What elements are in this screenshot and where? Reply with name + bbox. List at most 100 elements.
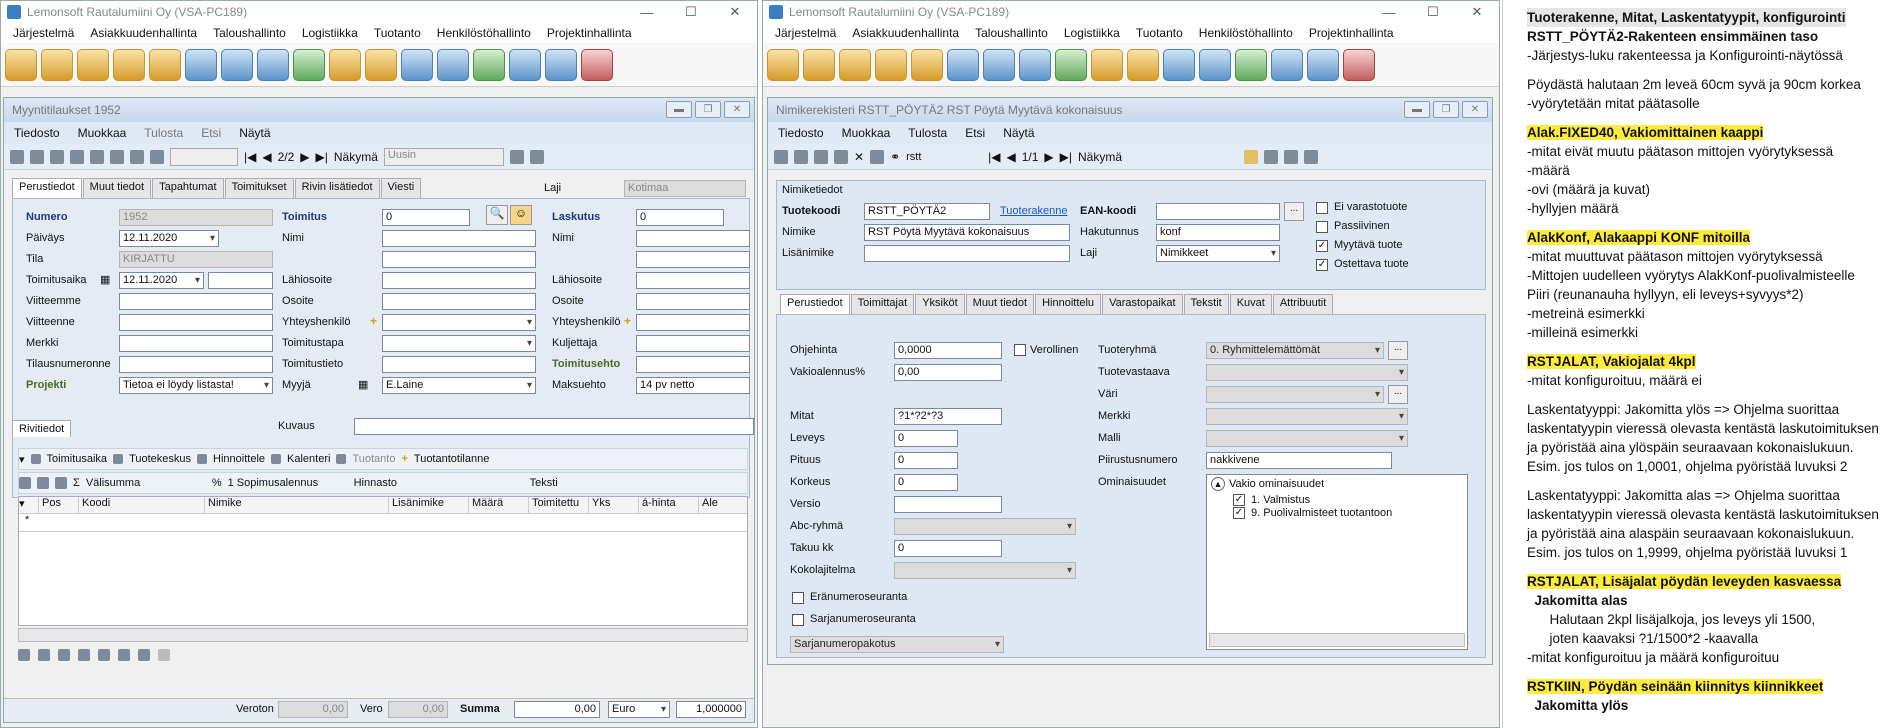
- menu-tuotanto-2[interactable]: Tuotanto: [1136, 26, 1183, 40]
- grid-col-ale[interactable]: Ale: [699, 497, 739, 513]
- help-icon-2[interactable]: [1304, 149, 1319, 164]
- nimike-field[interactable]: RST Pöytä Myytävä kokonaisuus: [864, 224, 1070, 241]
- grid-col-koodi[interactable]: Koodi: [79, 497, 205, 513]
- tree-item[interactable]: ✓ 1. Valmistus: [1207, 493, 1467, 506]
- hakutunnus-field[interactable]: konf: [1156, 224, 1280, 241]
- grid-col-yks[interactable]: Yks: [589, 497, 639, 513]
- edit-icon[interactable]: [10, 149, 24, 164]
- coin-icon[interactable]: [329, 48, 361, 81]
- paivays-field[interactable]: 12.11.2020: [119, 230, 219, 247]
- child-restore-button[interactable]: ❐: [695, 101, 721, 118]
- grid-col-ahinta[interactable]: á-hinta: [639, 497, 699, 513]
- filter-icon-2[interactable]: [1244, 149, 1259, 164]
- print-icon[interactable]: [130, 149, 144, 164]
- tab2-tekstit[interactable]: Tekstit: [1183, 294, 1229, 314]
- yhteyshenkilo2-field[interactable]: [636, 314, 750, 331]
- grid-tool-icon[interactable]: [19, 477, 31, 489]
- register-icon-2[interactable]: [1163, 48, 1195, 81]
- refresh-icon[interactable]: [18, 649, 30, 661]
- house-icon-2[interactable]: [1055, 48, 1087, 81]
- box-icon[interactable]: [149, 48, 181, 81]
- tab-viesti[interactable]: Viesti: [380, 178, 422, 198]
- people-icon[interactable]: [77, 48, 109, 81]
- tab2-hinnoittelu[interactable]: Hinnoittelu: [1035, 294, 1102, 314]
- myyja-calendar-icon[interactable]: ▦: [358, 378, 368, 391]
- delete-icon[interactable]: [110, 149, 124, 164]
- upload-icon[interactable]: [221, 48, 253, 81]
- lahiosoite2-field[interactable]: [636, 272, 750, 289]
- add-contact2-icon[interactable]: +: [624, 314, 631, 328]
- vari-select[interactable]: [1206, 386, 1384, 403]
- edit-icon-2[interactable]: [774, 149, 788, 164]
- nimi-field-2[interactable]: [382, 251, 536, 268]
- prev-record-button[interactable]: ◀: [262, 150, 271, 164]
- toimitustapa-field[interactable]: [382, 335, 536, 352]
- search-tool-icon[interactable]: [55, 477, 67, 489]
- last-record-button[interactable]: ▶|: [316, 150, 328, 164]
- menu-projektinhallinta[interactable]: Projektinhallinta: [547, 26, 632, 40]
- module-icon-2[interactable]: [767, 48, 799, 81]
- kokolajitelma-select[interactable]: [894, 562, 1076, 579]
- tree-item-checkbox[interactable]: ✓: [1233, 507, 1245, 519]
- viitteemme-field[interactable]: [119, 293, 273, 310]
- menu2-tulosta[interactable]: Tulosta: [908, 126, 947, 140]
- tuotanto-tool[interactable]: Tuotanto: [352, 453, 395, 465]
- help-icon[interactable]: [529, 149, 544, 164]
- menu2-muokkaa[interactable]: Muokkaa: [842, 126, 891, 140]
- toimitus-field[interactable]: 0: [382, 209, 470, 226]
- verollinen-checkbox[interactable]: [1014, 344, 1026, 356]
- machine-icon[interactable]: [437, 48, 469, 81]
- tab-rivitiedot[interactable]: Rivitiedot: [12, 420, 72, 437]
- kalenteri-tool[interactable]: Kalenteri: [287, 453, 330, 465]
- hinnasto-select[interactable]: Hinnasto: [354, 477, 524, 489]
- download-icon-2[interactable]: [1019, 48, 1051, 81]
- osoite2-field[interactable]: [636, 293, 750, 310]
- minimize-button-2[interactable]: —: [1367, 1, 1411, 23]
- yhteyshenkilo-field[interactable]: [382, 314, 536, 331]
- calendar-icon[interactable]: [509, 48, 541, 81]
- ominaisuudet-tree[interactable]: ▲ Vakio ominaisuudet ✓ 1. Valmistus ✓ 9.…: [1206, 474, 1468, 650]
- save-icon[interactable]: [30, 149, 44, 164]
- passiivinen-checkbox[interactable]: [1316, 221, 1328, 233]
- save-icon-2[interactable]: [794, 149, 808, 164]
- vakioalennus-field[interactable]: 0,00: [894, 364, 1002, 381]
- child2-minimize-button[interactable]: ▬: [1404, 101, 1430, 118]
- coins-icon[interactable]: [365, 48, 397, 81]
- grid-col-lisanimike[interactable]: Lisänimike: [389, 497, 469, 513]
- menu2-tiedosto[interactable]: Tiedosto: [778, 126, 824, 140]
- search-customer-icon[interactable]: 🔍: [486, 205, 508, 225]
- clock-icon-2[interactable]: [1307, 48, 1339, 81]
- calendar-small-icon[interactable]: ▦: [100, 273, 110, 286]
- menu2-nayta[interactable]: Näytä: [1003, 126, 1034, 140]
- menu-etsi[interactable]: Etsi: [201, 126, 221, 140]
- menu-taloushallinto[interactable]: Taloushallinto: [213, 26, 286, 40]
- myytava-tuote-checkbox[interactable]: ✓: [1316, 240, 1328, 252]
- calendar-icon-2[interactable]: [1271, 48, 1303, 81]
- close-button-2[interactable]: ✕: [1455, 1, 1499, 23]
- grid-col-maara[interactable]: Määrä: [469, 497, 529, 513]
- tuoteryhma-select[interactable]: 0. Ryhmittelemättömät: [1206, 342, 1384, 359]
- eranumeroseuranta-checkbox[interactable]: [792, 592, 804, 604]
- child2-restore-button[interactable]: ❐: [1433, 101, 1459, 118]
- list-icon[interactable]: [1284, 149, 1299, 164]
- first-record-button-2[interactable]: |◀: [988, 150, 1000, 164]
- child2-close-button[interactable]: ✕: [1462, 101, 1488, 118]
- tuoteryhma-browse-button[interactable]: ...: [1388, 341, 1408, 360]
- tab-muut-tiedot[interactable]: Muut tiedot: [82, 178, 152, 198]
- maximize-button[interactable]: ☐: [669, 1, 713, 23]
- customer-card-icon[interactable]: ☺: [510, 205, 532, 225]
- prev-record-button-2[interactable]: ◀: [1006, 150, 1015, 164]
- money-icon[interactable]: [138, 649, 150, 661]
- search-field[interactable]: rstt: [906, 151, 982, 163]
- menu-projektinhallinta-2[interactable]: Projektinhallinta: [1309, 26, 1394, 40]
- tab2-perustiedot[interactable]: Perustiedot: [780, 294, 850, 314]
- toimitusaika-field[interactable]: 12.11.2020: [119, 272, 204, 289]
- osoite-field[interactable]: [382, 293, 536, 310]
- menu-henkilostohallinto-2[interactable]: Henkilöstöhallinto: [1199, 26, 1293, 40]
- delete-icon-2[interactable]: ✕: [854, 150, 864, 164]
- child-close-button[interactable]: ✕: [724, 101, 750, 118]
- percent-icon[interactable]: %: [212, 477, 222, 489]
- abc-ryhma-select[interactable]: [894, 518, 1076, 535]
- tab-rivin-lisatiedot[interactable]: Rivin lisätiedot: [294, 178, 380, 198]
- menu-jarjestelma[interactable]: Järjestelmä: [13, 26, 74, 40]
